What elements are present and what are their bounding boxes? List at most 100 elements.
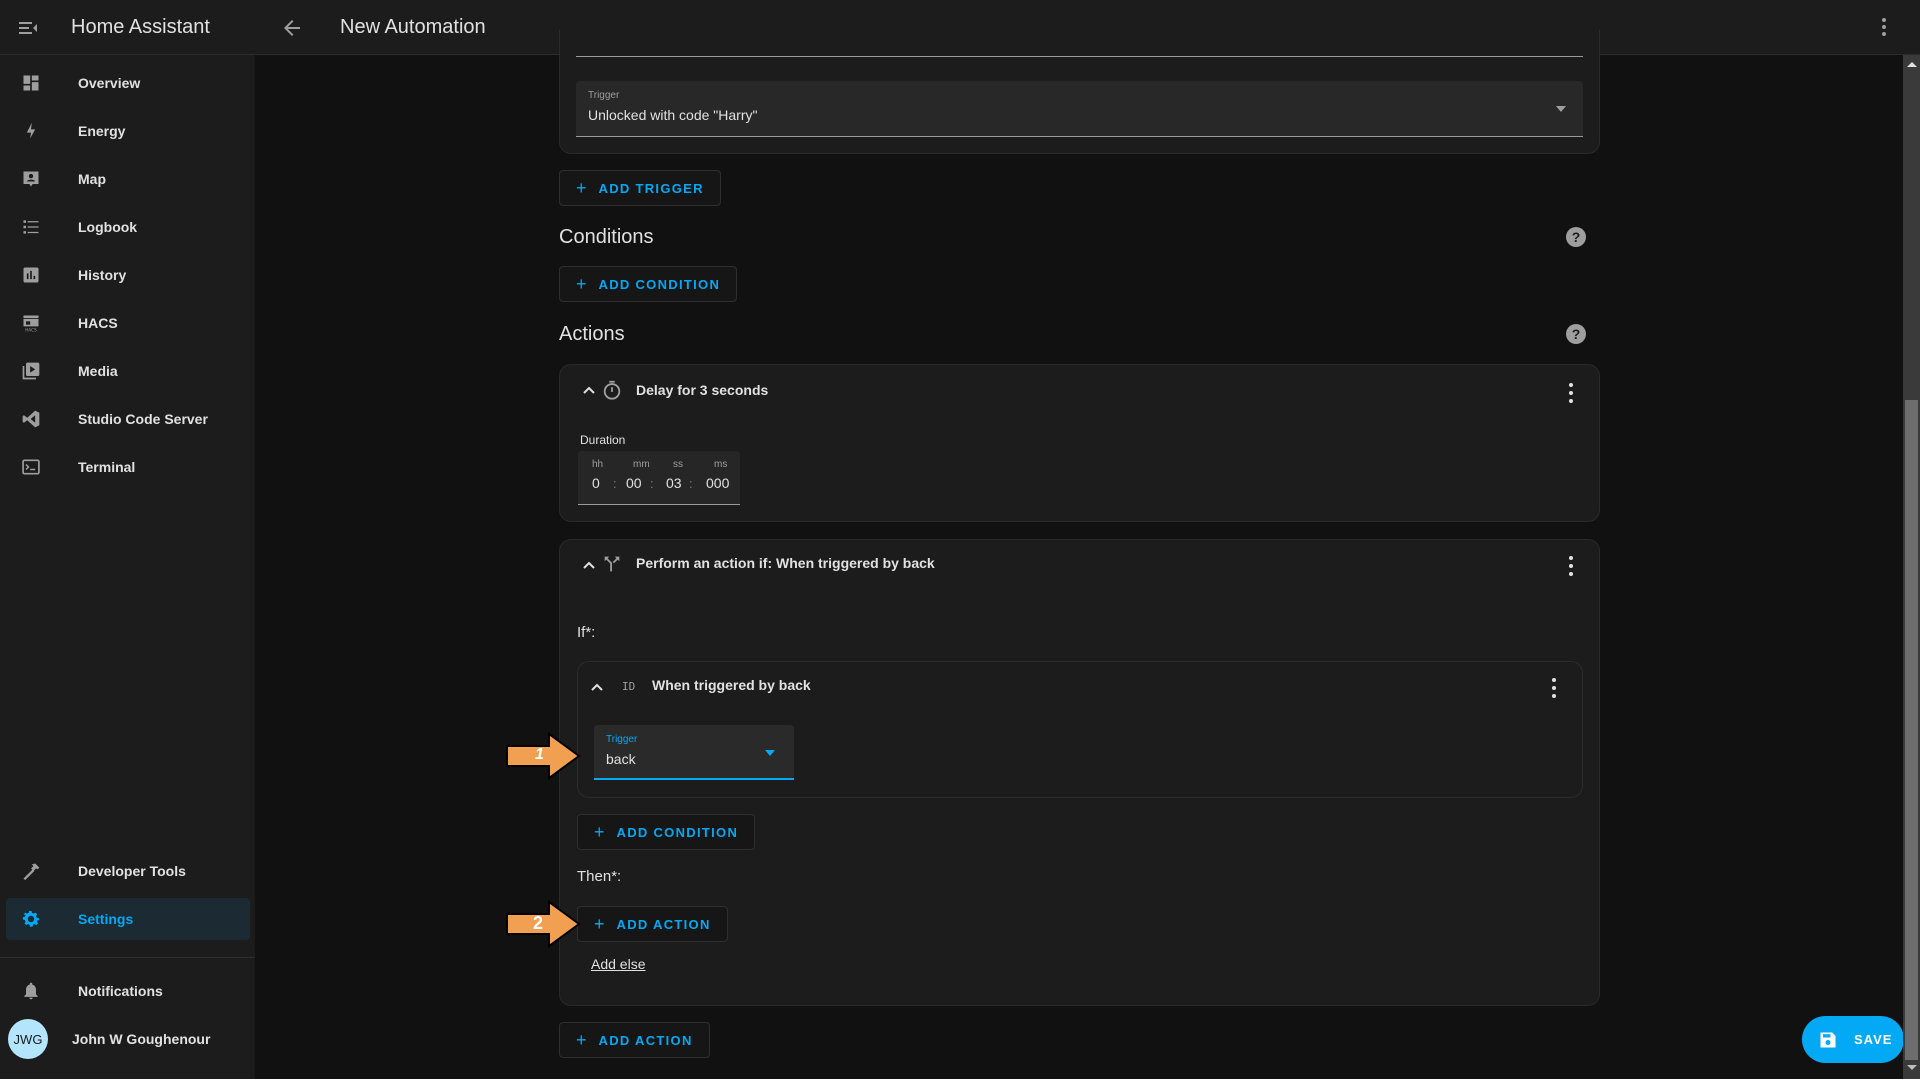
separator: : <box>689 476 693 491</box>
sidebar-item-label: Settings <box>78 911 134 927</box>
back-button[interactable] <box>280 16 304 40</box>
plus-icon: + <box>594 821 605 842</box>
help-circle-icon[interactable]: ? <box>1566 227 1586 247</box>
save-button[interactable]: SAVE <box>1802 1016 1904 1063</box>
chart-box-icon <box>20 264 42 286</box>
play-box-multiple-icon <box>20 360 42 382</box>
annotation-number: 2 <box>533 913 544 933</box>
trigger-id-select[interactable]: Trigger back <box>594 725 794 780</box>
sidebar-item-label: Logbook <box>78 219 138 235</box>
sidebar-item-overview[interactable]: Overview <box>6 62 250 104</box>
add-action-label: ADD ACTION <box>616 916 711 932</box>
cog-icon <box>20 908 42 930</box>
chevron-up-icon[interactable] <box>582 558 596 572</box>
overflow-menu-button[interactable] <box>1568 383 1574 403</box>
hours-label: hh <box>592 459 604 470</box>
call-split-icon <box>604 556 620 572</box>
overflow-menu-button[interactable] <box>1551 678 1557 698</box>
overflow-menu-button[interactable] <box>1881 18 1887 36</box>
duration-label: Duration <box>580 433 626 447</box>
annotation-arrow-2: 2 <box>505 900 581 948</box>
sidebar-item-terminal[interactable]: Terminal <box>6 446 250 488</box>
chevron-up-icon[interactable] <box>582 383 596 397</box>
choose-action-card: Perform an action if: When triggered by … <box>559 539 1600 1006</box>
menu-toggle-button[interactable] <box>16 16 40 40</box>
sidebar-item-label: Overview <box>78 75 141 91</box>
actions-title: Actions <box>559 323 625 345</box>
separator: : <box>650 476 654 491</box>
milliseconds-label: ms <box>714 459 728 470</box>
sidebar-item-history[interactable]: History <box>6 254 250 296</box>
sidebar-item-label: Energy <box>78 123 126 139</box>
scrollbar[interactable] <box>1903 55 1920 1079</box>
add-else-link[interactable]: Add else <box>591 956 645 972</box>
sidebar-item-studio-code-server[interactable]: Studio Code Server <box>6 398 250 440</box>
trigger-select-value: Unlocked with code "Harry" <box>588 107 758 123</box>
add-action-button[interactable]: + ADD ACTION <box>577 906 728 942</box>
delay-action-title: Delay for 3 seconds <box>636 382 769 398</box>
minutes-input[interactable]: 00 <box>626 475 642 491</box>
trigger-select-value: back <box>606 751 636 767</box>
account-box-icon <box>20 168 42 190</box>
hours-input[interactable]: 0 <box>592 475 600 491</box>
seconds-label: ss <box>673 459 683 470</box>
format-list-bulleted-icon <box>20 216 42 238</box>
sidebar-item-label: History <box>78 267 127 283</box>
add-condition-button[interactable]: + ADD CONDITION <box>559 266 738 302</box>
scrollbar-thumb[interactable] <box>1905 400 1918 1060</box>
sidebar-item-developer-tools[interactable]: Developer Tools <box>6 850 250 892</box>
trigger-select-label: Trigger <box>606 734 638 745</box>
annotation-number: 1 <box>535 746 544 763</box>
sidebar-item-label: Map <box>78 171 106 187</box>
choose-action-title: Perform an action if: When triggered by … <box>636 555 935 571</box>
content-save-icon <box>1820 1032 1836 1047</box>
duration-input: hh mm ss ms 0 : 00 : 03 : 000 <box>578 451 740 505</box>
sidebar: Overview Energy Map Logbook History HACS… <box>0 55 255 1079</box>
page-title: New Automation <box>340 16 486 38</box>
sidebar-item-label: Media <box>78 363 118 379</box>
sidebar-item-profile[interactable]: JWG John W Goughenour <box>6 1018 250 1060</box>
plus-icon: + <box>576 177 587 198</box>
sidebar-item-logbook[interactable]: Logbook <box>6 206 250 248</box>
add-condition-label: ADD CONDITION <box>598 276 721 292</box>
trigger-select[interactable]: Trigger Unlocked with code "Harry" <box>576 81 1583 137</box>
sidebar-item-notifications[interactable]: Notifications <box>6 970 250 1012</box>
sidebar-item-label: Terminal <box>78 459 136 475</box>
sidebar-item-label: Studio Code Server <box>78 411 208 427</box>
scroll-up-arrow[interactable] <box>1907 62 1917 67</box>
sidebar-item-hacs[interactable]: HACS HACS <box>6 302 250 344</box>
save-label: SAVE <box>1854 1032 1893 1047</box>
overflow-menu-button[interactable] <box>1568 556 1574 576</box>
minutes-label: mm <box>633 459 650 470</box>
condition-title: When triggered by back <box>652 677 811 693</box>
then-label: Then*: <box>577 868 622 885</box>
timer-outline-icon <box>603 380 621 400</box>
sidebar-item-media[interactable]: Media <box>6 350 250 392</box>
add-condition-label: ADD CONDITION <box>616 824 739 840</box>
avatar: JWG <box>8 1019 48 1059</box>
add-condition-button[interactable]: + ADD CONDITION <box>577 814 756 850</box>
sidebar-item-settings[interactable]: Settings <box>6 898 250 940</box>
svg-text:HACS: HACS <box>25 327 37 332</box>
add-action-button[interactable]: + ADD ACTION <box>559 1022 710 1058</box>
menu-down-icon <box>765 750 775 756</box>
delay-action-card: Delay for 3 seconds Duration hh mm ss ms… <box>559 364 1600 522</box>
sidebar-item-map[interactable]: Map <box>6 158 250 200</box>
seconds-input[interactable]: 03 <box>666 475 682 491</box>
condition-card: ID When triggered by back Trigger back <box>577 661 1583 798</box>
sidebar-item-label: HACS <box>78 315 118 331</box>
sidebar-item-label: Notifications <box>78 983 163 999</box>
annotation-arrow-1: 1 <box>505 732 581 780</box>
help-circle-icon[interactable]: ? <box>1566 324 1586 344</box>
add-trigger-label: ADD TRIGGER <box>598 180 704 196</box>
menu-open-icon <box>19 22 37 34</box>
add-trigger-button[interactable]: + ADD TRIGGER <box>559 170 721 206</box>
milliseconds-input[interactable]: 000 <box>706 475 729 491</box>
sidebar-item-label: John W Goughenour <box>72 1031 211 1047</box>
chevron-up-icon[interactable] <box>590 680 604 694</box>
sidebar-divider <box>0 957 255 958</box>
sidebar-item-energy[interactable]: Energy <box>6 110 250 152</box>
scroll-down-arrow[interactable] <box>1907 1065 1917 1070</box>
add-action-label: ADD ACTION <box>598 1032 693 1048</box>
view-dashboard-icon <box>20 72 42 94</box>
